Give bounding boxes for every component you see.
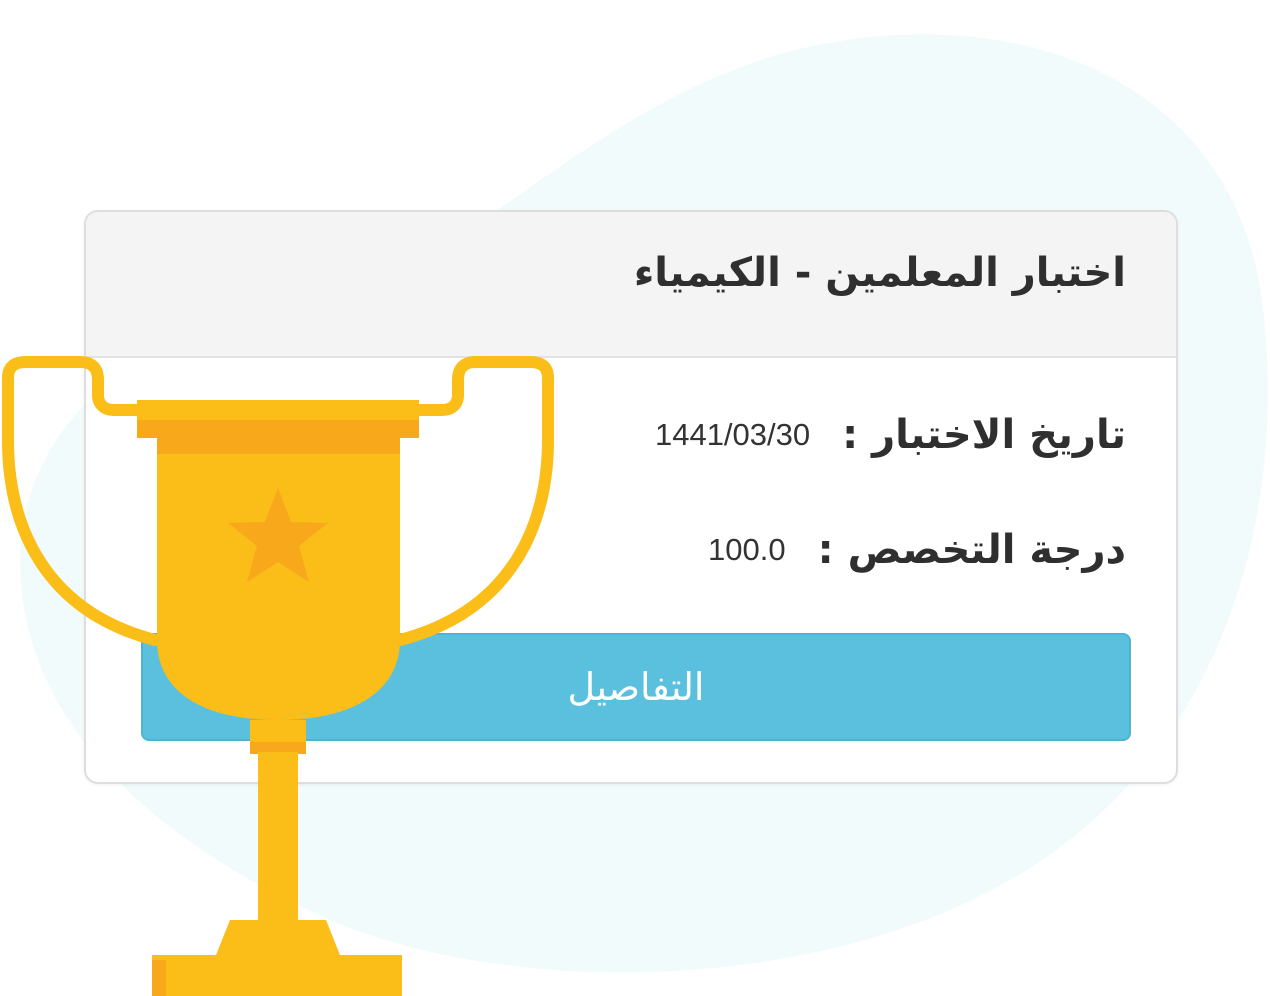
exam-date-row: تاريخ الاختبار : 1441/03/30 [655,412,1126,458]
exam-date-value: 1441/03/30 [654,417,811,452]
specialty-score-label: درجة التخصص [847,527,1126,573]
trophy-icon [2,356,554,996]
exam-date-separator: : [842,412,859,458]
specialty-score-value: 100.0 [707,532,786,567]
specialty-score-separator: : [817,527,834,573]
card-title: اختبار المعلمين - الكيمياء [633,250,1126,296]
card-header: اختبار المعلمين - الكيمياء [86,212,1176,358]
page: اختبار المعلمين - الكيمياء تاريخ الاختبا… [0,0,1270,996]
exam-date-label: تاريخ الاختبار [872,412,1126,458]
specialty-score-row: درجة التخصص : 100.0 [708,527,1126,573]
